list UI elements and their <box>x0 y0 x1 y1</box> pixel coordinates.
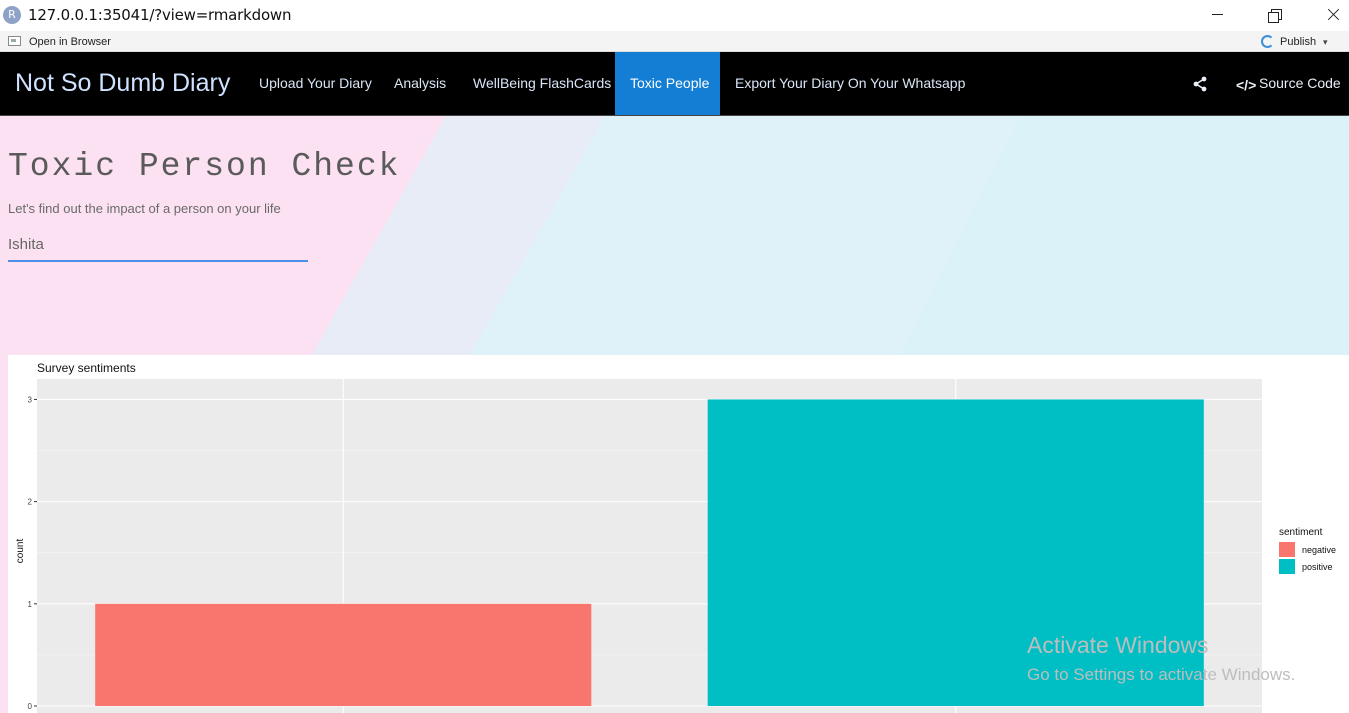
publish-icon <box>1261 35 1274 48</box>
person-name-input[interactable] <box>8 228 308 262</box>
y-tick-label: 1 <box>28 600 33 609</box>
chart-svg: Survey sentiments 0 1 2 3 count sentiment n… <box>15 361 1336 713</box>
activate-windows-title: Activate Windows <box>1027 632 1209 658</box>
page-subtitle: Let's find out the impact of a person on… <box>8 201 281 216</box>
restore-button[interactable] <box>1263 4 1287 26</box>
r-app-icon: R <box>3 6 21 24</box>
legend-swatch-negative <box>1279 542 1295 557</box>
activate-windows-subtitle: Go to Settings to activate Windows. <box>1027 665 1296 684</box>
legend: sentiment negative positive <box>1279 527 1336 574</box>
sentiment-chart: Survey sentiments 0 1 2 3 count sentiment n… <box>8 355 1349 713</box>
source-code-label: Source Code <box>1259 75 1341 91</box>
brand-title[interactable]: Not So Dumb Diary <box>15 69 230 98</box>
navbar: Not So Dumb Diary Upload Your Diary Anal… <box>0 52 1349 116</box>
hero-section: Toxic Person Check Let's find out the im… <box>0 116 1349 355</box>
open-in-browser-label: Open in Browser <box>29 36 111 48</box>
close-button[interactable] <box>1322 4 1346 26</box>
legend-title: sentiment <box>1279 527 1323 538</box>
y-tick-label: 0 <box>28 702 33 711</box>
window-url: 127.0.0.1:35041/?view=rmarkdown <box>28 6 292 24</box>
nav-upload-your-diary[interactable]: Upload Your Diary <box>244 52 387 115</box>
y-tick-label: 2 <box>28 498 33 507</box>
left-background-strip <box>0 355 8 713</box>
legend-label-positive: positive <box>1302 562 1333 572</box>
viewer-toolbar: Open in Browser Publish ▾ <box>0 31 1349 52</box>
page-title: Toxic Person Check <box>8 148 401 185</box>
code-icon: </> <box>1236 77 1257 93</box>
browser-window-icon <box>8 36 21 46</box>
legend-swatch-positive <box>1279 559 1295 574</box>
bar-negative <box>95 603 592 706</box>
chart-title: Survey sentiments <box>37 361 136 375</box>
legend-label-negative: negative <box>1302 545 1336 555</box>
nav-export-whatsapp[interactable]: Export Your Diary On Your Whatsapp <box>720 52 980 115</box>
y-axis-label: count <box>15 539 26 564</box>
y-axis: 0 1 2 3 <box>28 395 37 711</box>
window-title-bar: R 127.0.0.1:35041/?view=rmarkdown <box>0 0 1349 31</box>
nav-analysis[interactable]: Analysis <box>379 52 461 115</box>
nav-wellbeing-flashcards[interactable]: WellBeing FlashCards <box>458 52 626 115</box>
bar-positive <box>707 399 1204 706</box>
y-tick-label: 3 <box>28 395 33 404</box>
nav-toxic-people[interactable]: Toxic People <box>615 52 720 115</box>
chevron-down-icon: ▾ <box>1323 37 1328 47</box>
minimize-button[interactable] <box>1206 4 1230 26</box>
publish-label: Publish <box>1280 36 1317 48</box>
share-icon[interactable] <box>1192 76 1208 92</box>
